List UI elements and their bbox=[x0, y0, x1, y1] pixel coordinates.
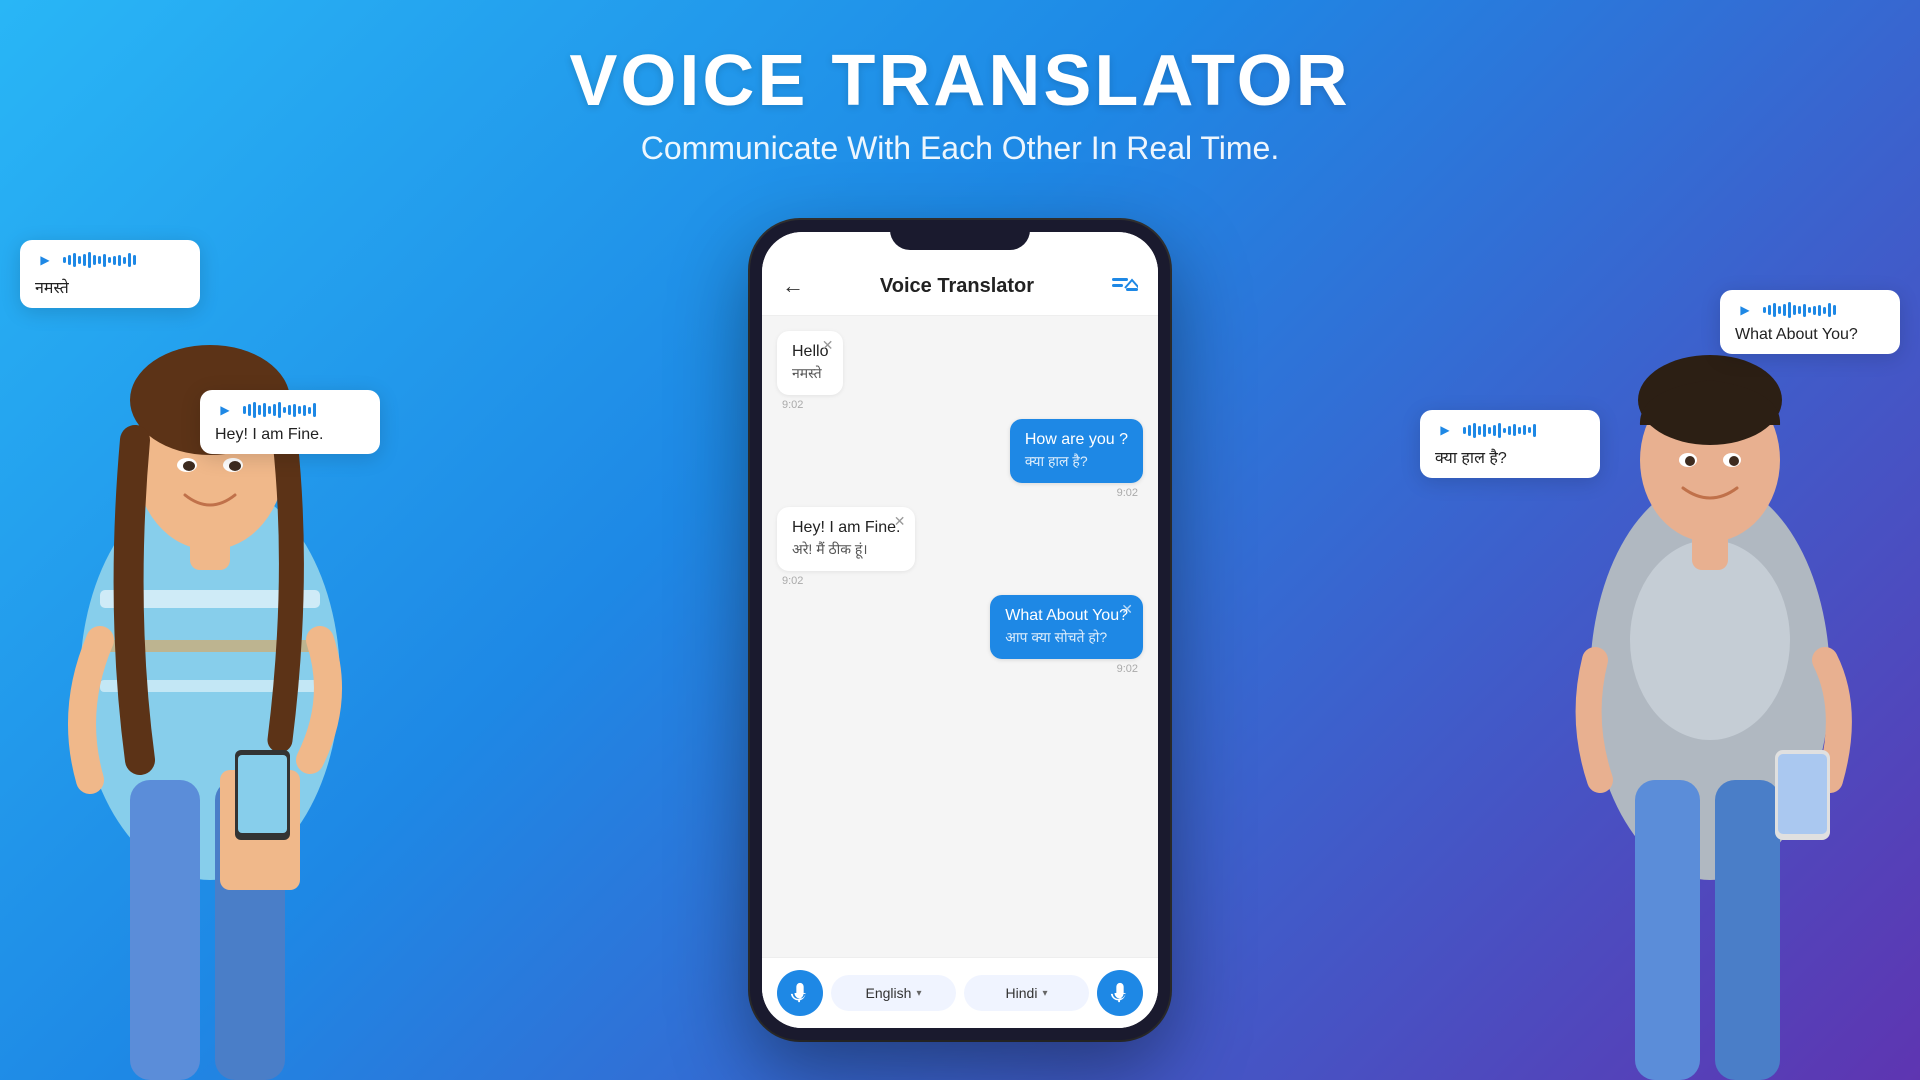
play-row-fine bbox=[215, 400, 365, 420]
bubble-text-kaisa: क्या हाल है? bbox=[1435, 446, 1585, 468]
message-how-are-you: How are you ? क्या हाल है? bbox=[1010, 419, 1143, 483]
play-icon-what[interactable] bbox=[1735, 300, 1755, 320]
float-bubble-fine: Hey! I am Fine. bbox=[200, 390, 380, 454]
waveform-fine bbox=[243, 402, 316, 418]
timestamp-hello: 9:02 bbox=[782, 399, 803, 411]
back-button[interactable]: ← bbox=[782, 273, 804, 299]
close-button-what[interactable]: ✕ bbox=[1121, 601, 1133, 618]
close-button-hello[interactable]: ✕ bbox=[822, 337, 834, 354]
translate-icon[interactable] bbox=[1110, 272, 1138, 300]
language-selector-hindi[interactable]: Hindi ▾ bbox=[964, 975, 1089, 1011]
float-bubble-kaisa: क्या हाल है? bbox=[1420, 410, 1600, 478]
page-subtitle: Communicate With Each Other In Real Time… bbox=[0, 130, 1920, 167]
lang-english-label: English bbox=[866, 985, 912, 1001]
play-row-kaisa bbox=[1435, 420, 1585, 440]
waveform bbox=[63, 252, 136, 268]
message-fine: ✕ Hey! I am Fine. अरे! मैं ठीक हूं। bbox=[777, 507, 915, 571]
play-icon-fine[interactable] bbox=[215, 400, 235, 420]
page-title: VOICE TRANSLATOR bbox=[0, 40, 1920, 122]
chat-area: ✕ Hello नमस्ते 9:02 How are you ? क्या ह… bbox=[762, 316, 1158, 957]
message-what-secondary: आप क्या सोचते हो? bbox=[1005, 628, 1128, 647]
play-icon[interactable] bbox=[35, 250, 55, 270]
play-icon-kaisa[interactable] bbox=[1435, 420, 1455, 440]
float-bubble-namaste: नमस्ते bbox=[20, 240, 200, 308]
timestamp-what: 9:02 bbox=[1117, 663, 1138, 675]
message-what-primary: What About You? bbox=[1005, 607, 1128, 625]
message-fine-primary: Hey! I am Fine. bbox=[792, 519, 900, 537]
mic-button-left[interactable] bbox=[777, 970, 823, 1016]
person-left bbox=[0, 240, 430, 1080]
phone-notch bbox=[890, 220, 1030, 250]
play-row-what bbox=[1735, 300, 1885, 320]
chevron-down-icon-english: ▾ bbox=[916, 988, 921, 999]
bubble-text-what: What About You? bbox=[1735, 326, 1885, 344]
float-bubble-what: What About You? bbox=[1720, 290, 1900, 354]
waveform-what bbox=[1763, 302, 1836, 318]
chevron-down-icon-hindi: ▾ bbox=[1042, 988, 1047, 999]
bubble-text-fine: Hey! I am Fine. bbox=[215, 426, 365, 444]
message-what-about: ✕ What About You? आप क्या सोचते हो? bbox=[990, 595, 1143, 659]
waveform-kaisa bbox=[1463, 422, 1536, 438]
play-row bbox=[35, 250, 185, 270]
message-fine-secondary: अरे! मैं ठीक हूं। bbox=[792, 540, 900, 559]
bottom-bar: English ▾ Hindi ▾ bbox=[762, 957, 1158, 1028]
timestamp-how: 9:02 bbox=[1117, 487, 1138, 499]
mic-button-right[interactable] bbox=[1097, 970, 1143, 1016]
message-hello-secondary: नमस्ते bbox=[792, 364, 828, 383]
person-right bbox=[1490, 240, 1920, 1080]
close-button-fine[interactable]: ✕ bbox=[894, 513, 906, 530]
phone-screen: ← Voice Translator ✕ Hello नम bbox=[762, 232, 1158, 1028]
app-title: Voice Translator bbox=[880, 275, 1034, 298]
message-how-secondary: क्या हाल है? bbox=[1025, 452, 1128, 471]
page-header: VOICE TRANSLATOR Communicate With Each O… bbox=[0, 0, 1920, 167]
timestamp-fine: 9:02 bbox=[782, 575, 803, 587]
message-how-primary: How are you ? bbox=[1025, 431, 1128, 449]
bubble-text-namaste: नमस्ते bbox=[35, 276, 185, 298]
language-selector-english[interactable]: English ▾ bbox=[831, 975, 956, 1011]
message-hello: ✕ Hello नमस्ते bbox=[777, 331, 843, 395]
phone-wrapper: ← Voice Translator ✕ Hello नम bbox=[750, 220, 1170, 1060]
lang-hindi-label: Hindi bbox=[1006, 985, 1038, 1001]
phone: ← Voice Translator ✕ Hello नम bbox=[750, 220, 1170, 1040]
